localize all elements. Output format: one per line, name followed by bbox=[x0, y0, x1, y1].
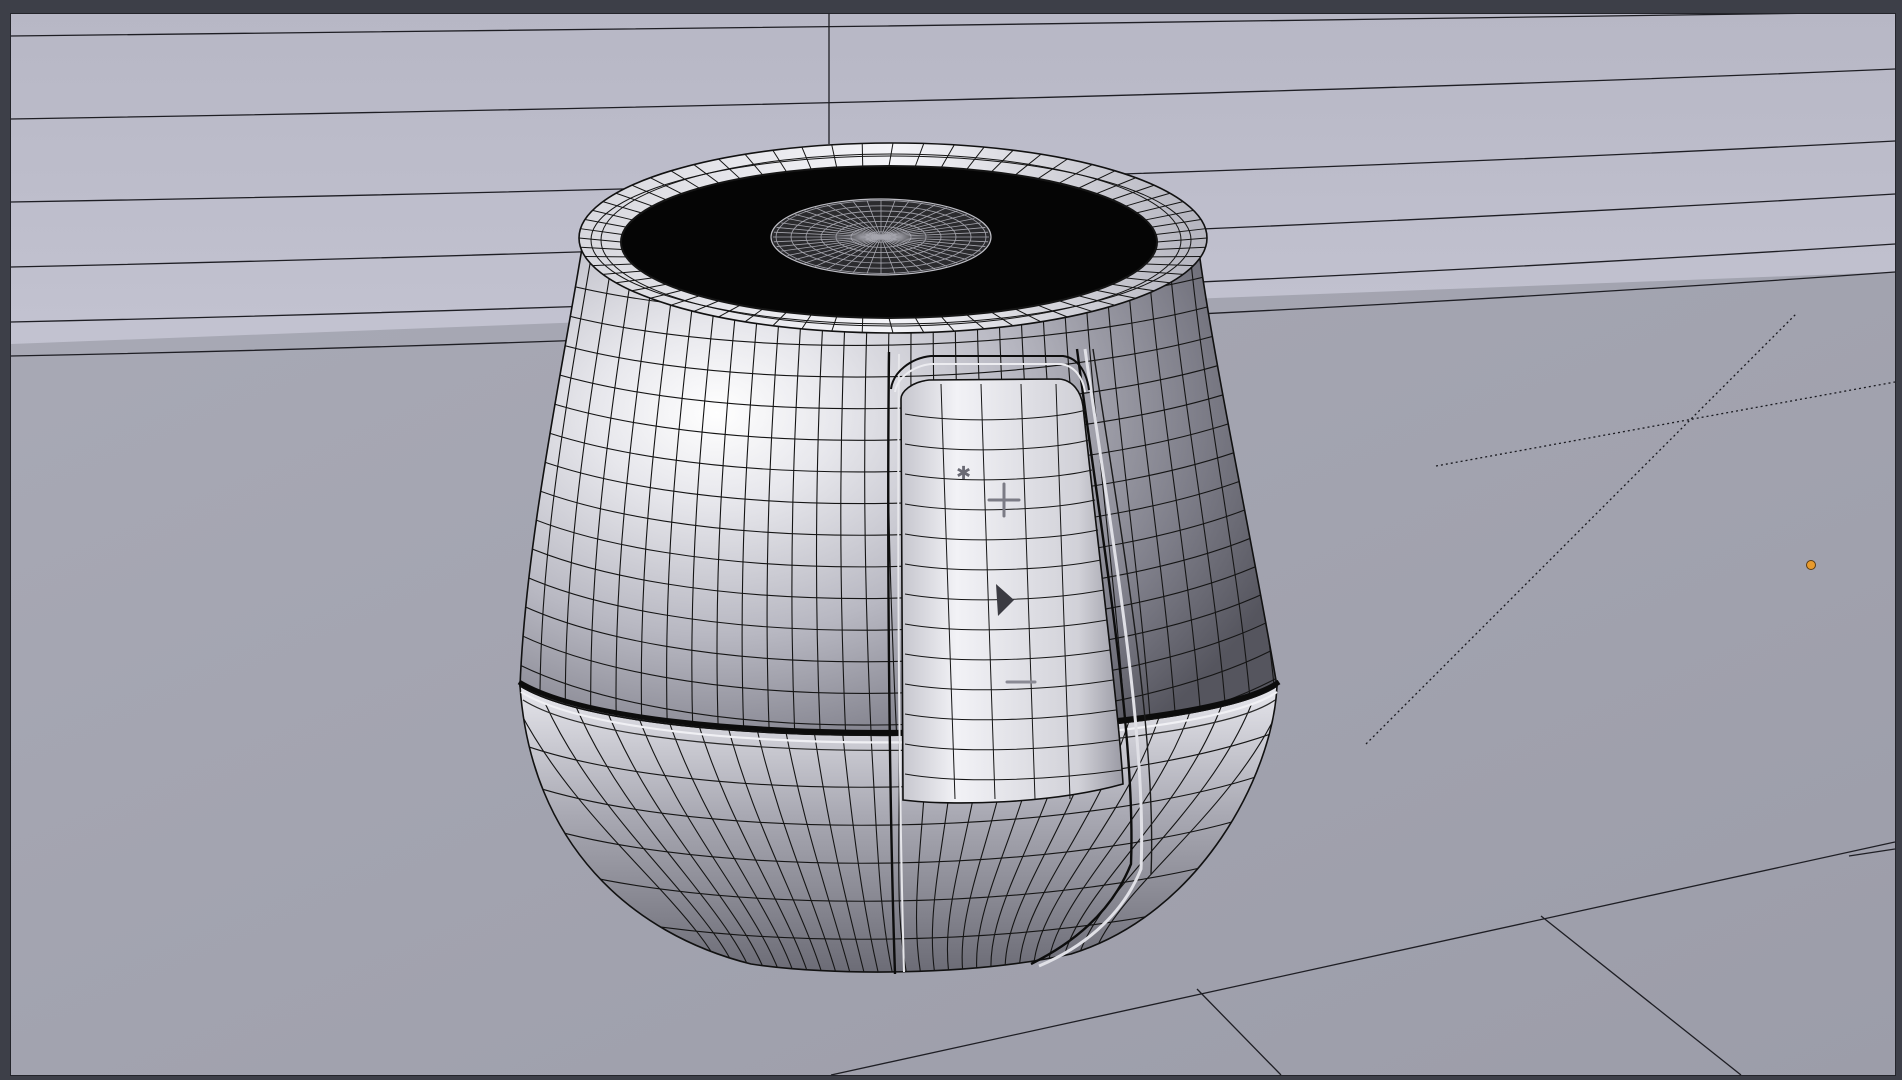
viewport-canvas[interactable]: ✱ bbox=[11, 14, 1895, 1075]
top-grille bbox=[770, 198, 992, 276]
bluetooth-icon: ✱ bbox=[956, 463, 971, 484]
3d-viewport[interactable]: ✱ bbox=[10, 13, 1896, 1076]
light-point-icon[interactable] bbox=[1806, 560, 1816, 570]
speaker-mesh[interactable]: ✱ bbox=[491, 142, 1301, 994]
